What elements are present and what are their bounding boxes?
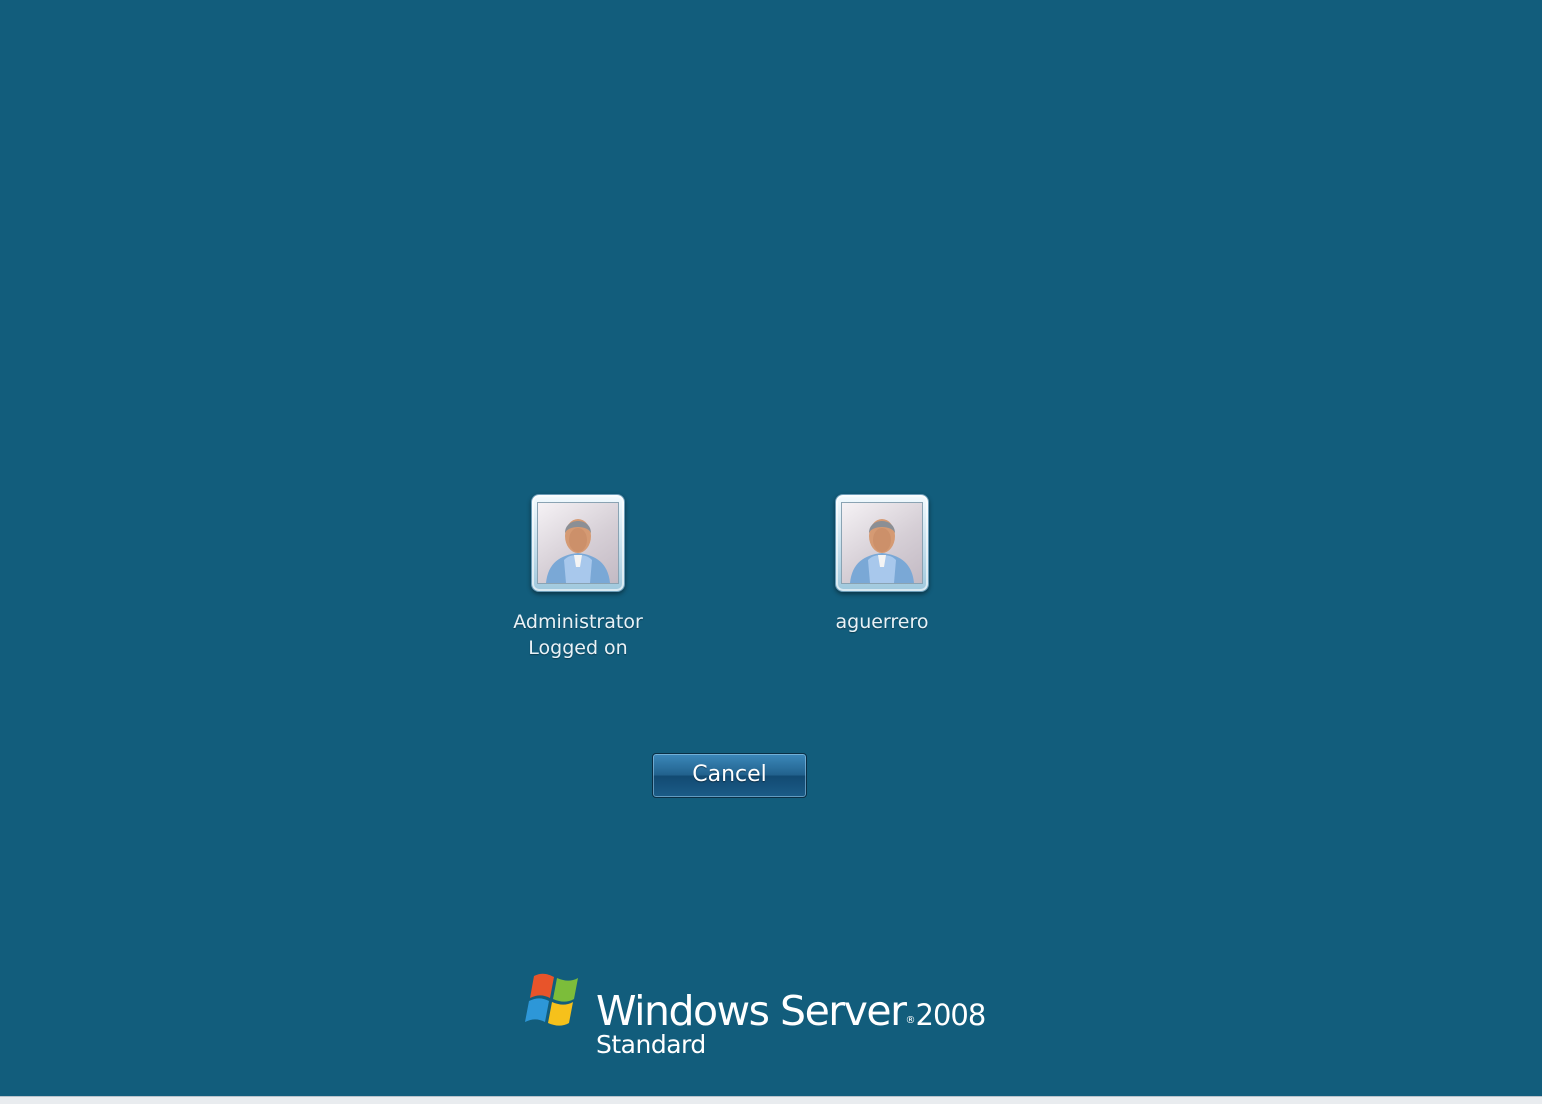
user-silhouette-icon — [546, 519, 610, 583]
windows-server-logo: Windows Server®2008 Standard — [520, 972, 986, 1067]
registered-mark: ® — [905, 1015, 916, 1026]
cancel-button[interactable]: Cancel — [652, 753, 807, 798]
brand-version: 2008 — [915, 998, 987, 1032]
user-avatar — [841, 502, 923, 584]
user-tile-administrator[interactable]: Administrator Logged on — [488, 494, 668, 661]
user-tile-aguerrero[interactable]: aguerrero — [792, 494, 972, 635]
user-silhouette-icon — [850, 519, 914, 583]
user-avatar-frame[interactable] — [531, 494, 625, 592]
windows-flag-icon — [525, 973, 578, 1026]
user-avatar — [537, 502, 619, 584]
brand-edition: Standard — [596, 1030, 706, 1059]
user-status-label: Logged on — [528, 637, 628, 659]
bottom-border-strip — [0, 1096, 1542, 1104]
user-avatar-frame[interactable] — [835, 494, 929, 592]
user-name-label: Administrator — [513, 611, 643, 633]
brand-product-text: Windows Server — [596, 987, 907, 1035]
user-name-label: aguerrero — [835, 611, 929, 633]
